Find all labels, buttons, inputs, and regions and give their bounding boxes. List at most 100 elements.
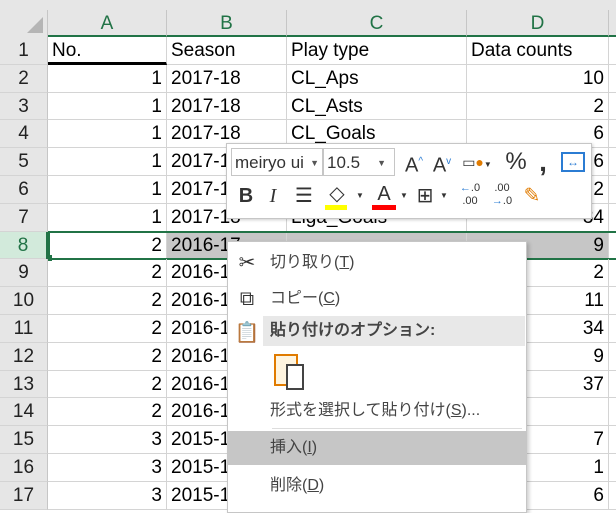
cell-d3[interactable]: 2 (467, 92, 609, 121)
cell-a10[interactable]: 2 (48, 287, 167, 315)
cell-e11[interactable] (609, 315, 616, 343)
column-header-a[interactable]: A (48, 10, 167, 37)
accounting-format-icon[interactable]: ▭●▼ (459, 148, 495, 179)
menu-item-cut[interactable]: ✂ 切り取り(T) (228, 246, 526, 280)
row-header[interactable]: 1 (0, 37, 48, 65)
cell-a8[interactable]: 2 (48, 231, 167, 260)
fill-color-icon[interactable]: ◇ (323, 180, 351, 210)
cell-a7[interactable]: 1 (48, 203, 167, 232)
select-all-button[interactable] (0, 10, 48, 38)
row-header[interactable]: 10 (0, 287, 48, 315)
increase-font-size-icon[interactable]: A^ (401, 148, 427, 180)
cell-e9[interactable] (609, 259, 616, 288)
paste-option-button[interactable] (272, 350, 306, 390)
cell-e16[interactable] (609, 454, 616, 482)
cell-e3[interactable] (609, 93, 616, 121)
row-header[interactable]: 11 (0, 315, 48, 343)
scissors-icon: ✂ (238, 252, 256, 274)
cell-a1[interactable]: No. (48, 37, 167, 65)
fill-color-dropdown[interactable]: ▼ (355, 182, 365, 210)
cell-e13[interactable] (609, 371, 616, 399)
cell-e12[interactable] (609, 343, 616, 371)
row-header[interactable]: 17 (0, 481, 48, 510)
row-header[interactable]: 7 (0, 203, 48, 232)
row-header[interactable]: 9 (0, 259, 48, 288)
cell-c2[interactable]: CL_Aps (287, 64, 467, 93)
menu-item-insert[interactable]: 挿入(I) (228, 431, 526, 465)
cell-a16[interactable]: 3 (48, 454, 167, 482)
cell-a12[interactable]: 2 (48, 342, 167, 371)
cell-a9[interactable]: 2 (48, 259, 167, 288)
cell-c1[interactable]: Play type (287, 37, 467, 65)
font-color-dropdown[interactable]: ▼ (399, 182, 409, 210)
column-header-b[interactable]: B (167, 10, 287, 37)
cell-e10[interactable] (609, 287, 616, 315)
format-painter-icon[interactable]: ✎ (519, 182, 545, 210)
cell-e6[interactable] (609, 176, 616, 204)
cell-e7[interactable] (609, 204, 616, 232)
font-color-icon[interactable]: A (371, 180, 397, 210)
merge-center-icon[interactable]: ↔ (561, 152, 585, 172)
ribbon-edge (0, 0, 616, 10)
row-header[interactable]: 2 (0, 64, 48, 93)
cell-e2[interactable] (609, 65, 616, 93)
row-header[interactable]: 4 (0, 120, 48, 149)
cell-b3[interactable]: 2017-18 (167, 92, 287, 121)
font-size-box[interactable]: 10.5 ▼ (323, 148, 395, 176)
mini-toolbar: meiryo ui ▼ 10.5 ▼ A^ Av ▭●▼ % , ↔ B I ☰ ◇… (226, 143, 592, 219)
paste-icon: 📋 (234, 322, 260, 344)
cell-a13[interactable]: 2 (48, 370, 167, 399)
cell-d1[interactable]: Data counts (467, 37, 609, 65)
increase-decimal-icon[interactable]: ←.0.00 (457, 182, 483, 208)
cell-a5[interactable]: 1 (48, 148, 167, 176)
cell-e4[interactable] (609, 120, 616, 149)
font-name-box[interactable]: meiryo ui ▼ (231, 148, 323, 176)
selection-border (48, 230, 616, 233)
cell-b2[interactable]: 2017-18 (167, 64, 287, 93)
center-align-icon[interactable]: ☰ (291, 182, 317, 210)
copy-icon: ⧉ (239, 288, 255, 310)
menu-item-delete[interactable]: 削除(D) (228, 469, 526, 503)
cell-e8[interactable] (609, 232, 616, 260)
row-header[interactable]: 5 (0, 148, 48, 176)
cell-d2[interactable]: 10 (467, 64, 609, 93)
cell-a6[interactable]: 1 (48, 176, 167, 204)
cell-a14[interactable]: 2 (48, 398, 167, 427)
row-header[interactable]: 6 (0, 176, 48, 204)
row-header[interactable]: 12 (0, 342, 48, 371)
decrease-font-size-icon[interactable]: Av (429, 148, 455, 180)
column-header-c[interactable]: C (287, 10, 467, 37)
menu-separator (272, 428, 522, 429)
menu-item-paste-special[interactable]: 形式を選択して貼り付け(S)... (228, 394, 526, 428)
cell-a3[interactable]: 1 (48, 92, 167, 121)
italic-icon[interactable]: I (263, 182, 283, 210)
row-header[interactable]: 8 (0, 231, 48, 260)
row-header[interactable]: 15 (0, 426, 48, 454)
row-header[interactable]: 14 (0, 398, 48, 427)
borders-dropdown[interactable]: ▼ (439, 182, 449, 210)
cell-a11[interactable]: 2 (48, 315, 167, 343)
cell-a17[interactable]: 3 (48, 481, 167, 510)
cell-b1[interactable]: Season (167, 37, 287, 65)
row-header[interactable]: 13 (0, 370, 48, 399)
cell-e15[interactable] (609, 426, 616, 454)
cell-a4[interactable]: 1 (48, 120, 167, 149)
comma-style-icon[interactable]: , (533, 148, 553, 176)
column-header-d[interactable]: D (467, 10, 609, 37)
paste-options-header: 貼り付けのオプション: (263, 316, 525, 346)
decrease-decimal-icon[interactable]: .00 →.0 (489, 182, 515, 208)
cell-e5[interactable] (609, 148, 616, 176)
percent-style-icon[interactable]: % (503, 148, 529, 176)
cell-c3[interactable]: CL_Asts (287, 92, 467, 121)
row-header[interactable]: 3 (0, 92, 48, 121)
cell-a15[interactable]: 3 (48, 426, 167, 454)
cell-e17[interactable] (609, 482, 616, 510)
row-header[interactable]: 16 (0, 454, 48, 482)
menu-item-copy[interactable]: ⧉ コピー(C) (228, 282, 526, 316)
borders-icon[interactable]: ⊞ (413, 182, 437, 210)
cell-e1[interactable] (609, 37, 616, 65)
bold-icon[interactable]: B (235, 182, 257, 210)
cell-a2[interactable]: 1 (48, 64, 167, 93)
cell-e14[interactable] (609, 398, 616, 427)
column-header-e[interactable] (609, 10, 616, 37)
